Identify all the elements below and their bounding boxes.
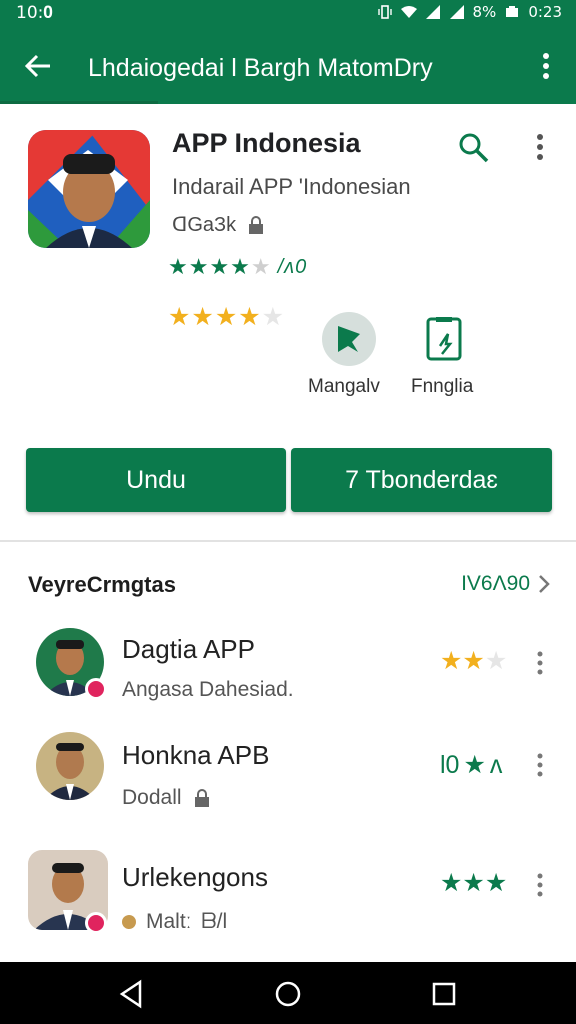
search-icon[interactable] bbox=[456, 130, 490, 164]
back-arrow-icon[interactable] bbox=[22, 50, 54, 82]
action-map-button[interactable] bbox=[322, 312, 376, 366]
green-rating-text: /ᴧ0 bbox=[277, 255, 308, 278]
action-map-label: Mangalv bbox=[308, 376, 380, 397]
dot-icon bbox=[122, 915, 136, 929]
wifi-icon bbox=[400, 6, 417, 18]
app-meta-text: ꓷGaЗk bbox=[172, 214, 237, 236]
list-item-subtitle: Maltː bbox=[146, 910, 192, 933]
avatar[interactable] bbox=[36, 732, 104, 800]
live-badge bbox=[85, 912, 107, 934]
list-item-subtitle-row: Dodall bbox=[122, 786, 212, 810]
chevron-right-icon bbox=[539, 575, 550, 593]
list-item-title[interactable]: Urlekengons bbox=[122, 862, 268, 893]
status-clock-right: 0:23 bbox=[528, 3, 562, 21]
gold-rating: ★★★★★ bbox=[168, 303, 286, 331]
green-rating: ★★★★★ /ᴧ0 bbox=[168, 254, 307, 280]
rating-suffix: ᴧ bbox=[489, 750, 503, 779]
list-item-subtitle: Dodall bbox=[122, 786, 182, 809]
secondary-button[interactable]: 7 Tbonderdaɛ bbox=[291, 448, 552, 512]
list-item-subtitle-2: ᗷ/l bbox=[201, 910, 228, 933]
status-bar: 10:𝟎 8% 0:23 bbox=[0, 0, 576, 26]
section-more-text: IV6Ʌ90 bbox=[461, 572, 530, 595]
list-item-more-icon[interactable] bbox=[532, 872, 548, 898]
app-icon bbox=[28, 130, 150, 248]
section-title: VeyreCrmgtas bbox=[28, 572, 176, 597]
lock-icon bbox=[249, 215, 264, 234]
system-nav-bar bbox=[0, 962, 576, 1024]
list-item-subtitle-row: Maltː ᗷ/l bbox=[122, 910, 227, 934]
green-stars: ★★★★★ bbox=[168, 254, 272, 279]
signal-icon-2 bbox=[449, 5, 464, 19]
list-item-subtitle: Angasa Dahesiad. bbox=[122, 678, 294, 701]
app-subtitle: Indarail APP 'Indonesian bbox=[172, 174, 411, 199]
nav-recents-icon[interactable] bbox=[428, 978, 460, 1010]
list-item-rating: ★★★ bbox=[440, 869, 508, 897]
app-bar: Lhdaiogedai l Bargh MatomDry bbox=[0, 26, 576, 104]
nav-home-icon[interactable] bbox=[272, 978, 304, 1010]
lock-icon bbox=[194, 789, 209, 807]
install-button[interactable]: Undu bbox=[26, 448, 286, 512]
app-bar-title: Lhdaiogedai l Bargh MatomDry bbox=[88, 54, 433, 82]
phone-document-icon[interactable] bbox=[424, 316, 464, 362]
signal-icon bbox=[425, 5, 440, 19]
rating-text: l0 bbox=[440, 750, 460, 779]
live-badge bbox=[85, 678, 107, 700]
list-item-title[interactable]: Honkna APB bbox=[122, 740, 269, 771]
status-time: 10:𝟎 bbox=[16, 3, 53, 23]
app-name: APP Indonesia bbox=[172, 128, 361, 158]
section-more-link[interactable]: IV6Ʌ90 bbox=[461, 572, 550, 596]
battery-percent: 8% bbox=[472, 3, 497, 21]
nav-back-icon[interactable] bbox=[116, 978, 148, 1010]
vibrate-icon bbox=[377, 5, 392, 19]
overflow-menu-icon[interactable] bbox=[536, 52, 556, 80]
battery-icon bbox=[506, 6, 519, 17]
list-item-rating: ★★★ bbox=[440, 647, 508, 675]
list-item-more-icon[interactable] bbox=[532, 650, 548, 676]
app-bar-indicator bbox=[0, 101, 158, 104]
list-item-title[interactable]: Daɡtia APP bbox=[122, 634, 255, 665]
list-item-more-icon[interactable] bbox=[532, 752, 548, 778]
action-phone-label: Fnnglia bbox=[411, 376, 474, 397]
section-divider bbox=[0, 540, 576, 542]
app-more-icon[interactable] bbox=[530, 132, 550, 162]
status-icons: 8% 0:23 bbox=[377, 3, 562, 21]
app-meta: ꓷGaЗk bbox=[172, 212, 266, 237]
list-item-rating: l0 ★ ᴧ bbox=[440, 750, 503, 780]
map-pin-icon bbox=[338, 326, 360, 352]
